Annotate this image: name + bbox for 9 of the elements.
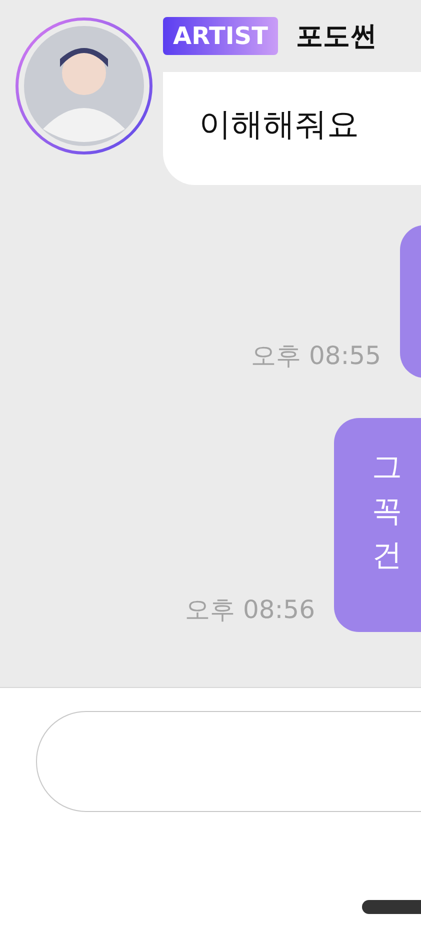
message-text: 건 (372, 537, 403, 575)
artist-badge: ARTIST (163, 17, 278, 55)
message-text: 그 (372, 449, 403, 487)
timestamp: 오후 08:56 (185, 594, 315, 626)
message-text: 이해해줘요 (199, 105, 359, 143)
sender-name: 포도썬 (296, 20, 377, 54)
timestamp: 오후 08:55 (251, 340, 381, 372)
message-text: 꼭 (372, 493, 403, 531)
message-input[interactable] (36, 711, 421, 812)
